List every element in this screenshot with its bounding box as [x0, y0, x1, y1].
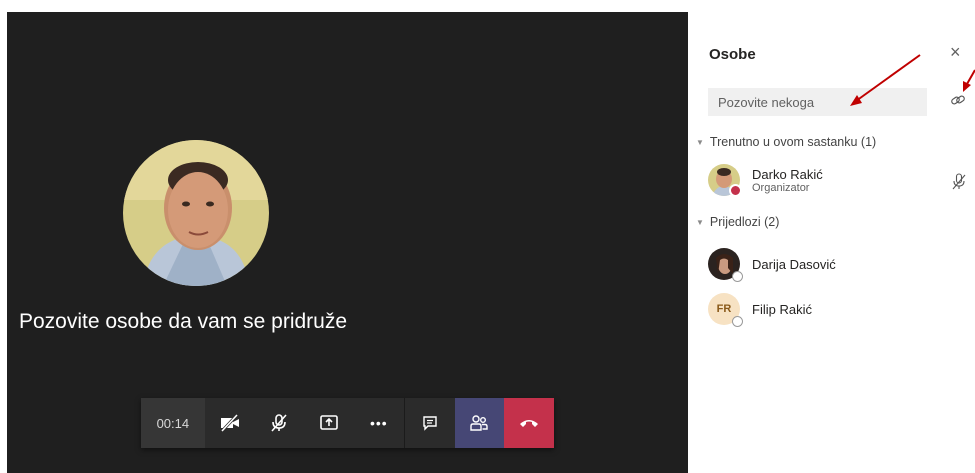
organizer-avatar: [123, 140, 269, 286]
hang-up-button[interactable]: [504, 398, 555, 448]
section-current-meeting[interactable]: ▼ Trenutno u ovom sastanku (1): [696, 135, 876, 149]
participant-name: Darija Dasović: [752, 256, 836, 272]
participant-name: Darko Rakić: [752, 166, 823, 182]
collapse-caret-icon: ▼: [696, 137, 704, 147]
offline-status-icon: [732, 316, 743, 327]
chat-icon: [421, 414, 439, 432]
meeting-stage: Pozovite osobe da vam se pridruže 00:14 …: [7, 12, 688, 473]
link-icon: [950, 95, 966, 112]
copy-join-link-button[interactable]: [950, 92, 966, 113]
section-title: Prijedlozi (2): [709, 215, 780, 229]
camera-off-icon: [219, 414, 241, 432]
more-icon: •••: [370, 415, 388, 431]
avatar: [708, 248, 743, 282]
muted-mic-icon: [952, 173, 966, 195]
call-timer: 00:14: [141, 398, 205, 448]
people-icon: [469, 414, 489, 432]
avatar: FR: [708, 293, 743, 327]
avatar-initials: FR: [716, 303, 732, 315]
section-suggestions[interactable]: ▼ Prijedlozi (2): [696, 215, 779, 229]
share-screen-icon: [319, 414, 339, 432]
share-screen-button[interactable]: [304, 398, 354, 448]
participant-darko-rakic[interactable]: Darko Rakić Organizator: [708, 164, 823, 197]
offline-status-icon: [732, 271, 743, 282]
invite-search-input[interactable]: [708, 88, 927, 116]
mic-off-icon: [269, 413, 289, 433]
participant-role: Organizator: [752, 181, 810, 194]
busy-status-icon: [729, 184, 742, 197]
panel-title: Osobe: [709, 46, 756, 63]
camera-toggle-button[interactable]: [205, 398, 255, 448]
participant-mic-status: [952, 173, 966, 196]
meeting-controls: 00:14 •••: [141, 398, 555, 448]
hang-up-icon: [518, 417, 540, 429]
invite-message: Pozovite osobe da vam se pridruže: [19, 310, 348, 333]
collapse-caret-icon: ▼: [696, 217, 704, 227]
mic-toggle-button[interactable]: [254, 398, 304, 448]
more-options-button[interactable]: •••: [354, 398, 404, 448]
suggestion-filip-rakic[interactable]: FR Filip Rakić: [708, 293, 812, 327]
suggestion-darija-dasovic[interactable]: Darija Dasović: [708, 248, 836, 282]
people-panel: Osobe × ▼ Trenutno u ovom sastanku (1) D…: [688, 12, 975, 473]
close-panel-button[interactable]: ×: [950, 42, 961, 63]
avatar: [708, 164, 742, 197]
section-title: Trenutno u ovom sastanku (1): [709, 135, 877, 149]
close-icon: ×: [950, 42, 961, 62]
participant-name: Filip Rakić: [752, 301, 812, 317]
show-participants-button[interactable]: [454, 398, 505, 448]
chat-button[interactable]: [405, 398, 455, 448]
